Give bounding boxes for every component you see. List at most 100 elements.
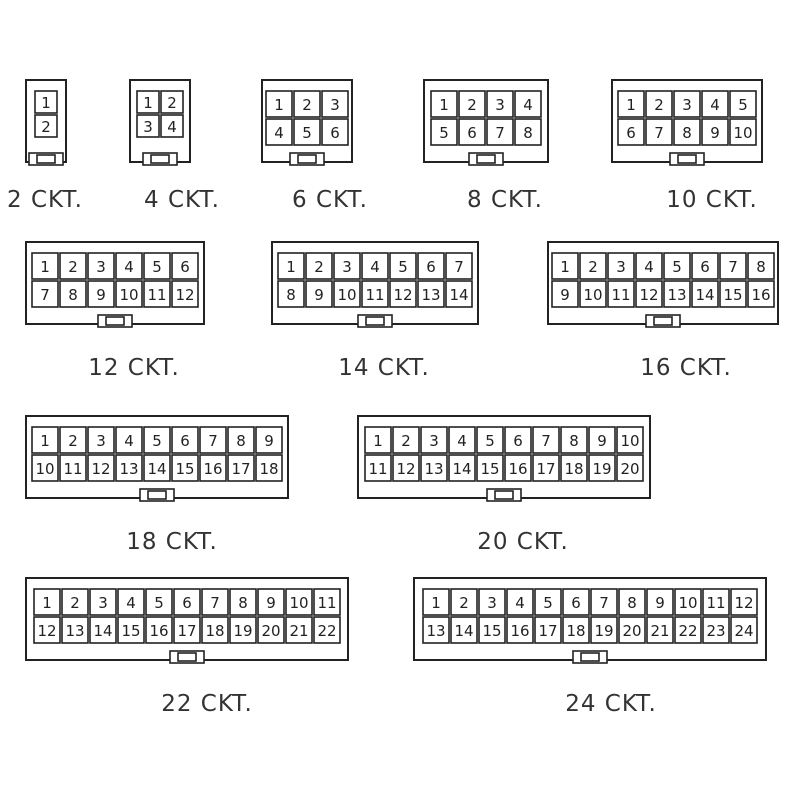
pin-number: 20 (622, 622, 641, 640)
pin-number: 3 (487, 594, 497, 612)
pin-number: 2 (41, 118, 51, 136)
pin-number: 8 (682, 124, 692, 142)
pin-number: 19 (592, 460, 611, 478)
pin-number: 5 (485, 432, 495, 450)
pin-number: 11 (368, 460, 387, 478)
pin-number: 16 (508, 460, 527, 478)
pin-number: 7 (454, 258, 464, 276)
pin-number: 7 (210, 594, 220, 612)
latch-window (476, 154, 496, 164)
pin-number: 2 (588, 258, 598, 276)
connector-16-ckt: 1 2 3 4 5 6 7 89 10 11 12 13 14 15 1616 CKT. (547, 241, 779, 381)
pin-number: 18 (566, 622, 585, 640)
pin-number: 15 (121, 622, 140, 640)
pin-number: 4 (274, 124, 284, 142)
pin-number: 20 (620, 460, 639, 478)
connector-14-ckt: 1 2 3 4 5 6 78 9 10 11 12 13 1414 CKT. (271, 241, 479, 381)
latch-window (677, 154, 697, 164)
pin-number: 7 (541, 432, 551, 450)
pin-number: 2 (467, 96, 477, 114)
pin-number: 3 (429, 432, 439, 450)
pin-number: 10 (620, 432, 639, 450)
pin-number: 8 (286, 286, 296, 304)
pin-number: 16 (203, 460, 222, 478)
pin-number: 6 (626, 124, 636, 142)
pin-number: 1 (373, 432, 383, 450)
connector-pinout-diagram: 122 CKT.1 23 44 CKT.1 2 34 5 66 CKT.1 2 3 45 6 7 88 … (7, 79, 779, 717)
circuit-count-label: 18 CKT. (126, 529, 218, 555)
pin-number: 13 (119, 460, 138, 478)
pin-number: 9 (96, 286, 106, 304)
pin-number: 15 (175, 460, 194, 478)
pin-number: 22 (678, 622, 697, 640)
pin-number: 14 (449, 286, 468, 304)
circuit-count-label: 20 CKT. (477, 529, 569, 555)
connector-8-ckt: 1 2 3 4 5 6 7 8 8 CKT. (423, 79, 549, 213)
pin-number: 14 (147, 460, 166, 478)
connector-4-ckt: 1 23 4 4 CKT. (129, 79, 219, 213)
pin-number: 8 (238, 594, 248, 612)
pin-number: 3 (495, 96, 505, 114)
pin-number: 15 (480, 460, 499, 478)
pin-number: 4 (515, 594, 525, 612)
circuit-count-label: 12 CKT. (88, 355, 180, 381)
pin-number: 11 (317, 594, 336, 612)
pin-number: 9 (597, 432, 607, 450)
pin-number: 7 (495, 124, 505, 142)
connector-20-ckt: 1 2 3 4 5 6 7 8 9 1011 12 13 14 15 16 17 18 19 2020 CKT. (357, 415, 651, 555)
pin-number: 12 (734, 594, 753, 612)
pin-number: 8 (68, 286, 78, 304)
pin-number: 1 (560, 258, 570, 276)
latch-window (653, 316, 673, 326)
pin-number: 17 (536, 460, 555, 478)
circuit-count-label: 24 CKT. (565, 691, 657, 717)
pin-number: 4 (126, 594, 136, 612)
pin-number: 12 (396, 460, 415, 478)
circuit-count-label: 2 CKT. (7, 187, 83, 213)
pin-number: 18 (564, 460, 583, 478)
pin-number: 5 (154, 594, 164, 612)
pin-number: 5 (738, 96, 748, 114)
pin-number: 5 (439, 124, 449, 142)
pin-number: 23 (706, 622, 725, 640)
pin-number: 13 (421, 286, 440, 304)
pin-number: 2 (314, 258, 324, 276)
pin-number: 2 (401, 432, 411, 450)
pin-number: 20 (261, 622, 280, 640)
pin-number: 1 (42, 594, 52, 612)
circuit-count-label: 6 CKT. (292, 187, 368, 213)
pin-number: 10 (678, 594, 697, 612)
circuit-count-label: 8 CKT. (467, 187, 543, 213)
pin-number: 4 (523, 96, 533, 114)
pin-number: 4 (167, 118, 177, 136)
pin-number: 3 (96, 258, 106, 276)
connector-10-ckt: 1 2 3 4 5 6 7 8 9 10 10 CKT. (611, 79, 763, 213)
pin-number: 1 (431, 594, 441, 612)
pin-number: 13 (65, 622, 84, 640)
pin-number: 14 (454, 622, 473, 640)
pin-number: 12 (91, 460, 110, 478)
pin-number: 2 (167, 94, 177, 112)
latch-window (36, 154, 56, 164)
pin-number: 15 (482, 622, 501, 640)
pin-number: 16 (510, 622, 529, 640)
connector-22-ckt: 1 2 3 4 5 6 7 8 9 10 1112 13 14 15 16 17 18 19 20 21 2222 CK… (25, 577, 349, 717)
pin-number: 4 (370, 258, 380, 276)
pin-number: 5 (302, 124, 312, 142)
pin-number: 5 (152, 432, 162, 450)
pin-number: 6 (426, 258, 436, 276)
pin-number: 5 (672, 258, 682, 276)
pin-number: 19 (594, 622, 613, 640)
pin-number: 7 (599, 594, 609, 612)
pin-number: 3 (342, 258, 352, 276)
pin-number: 5 (152, 258, 162, 276)
pin-number: 5 (398, 258, 408, 276)
pin-number: 3 (143, 118, 153, 136)
pin-number: 1 (626, 96, 636, 114)
latch-window (147, 490, 167, 500)
pin-number: 19 (233, 622, 252, 640)
pin-number: 10 (289, 594, 308, 612)
pin-number: 9 (655, 594, 665, 612)
pin-number: 4 (124, 258, 134, 276)
pin-number: 17 (231, 460, 250, 478)
